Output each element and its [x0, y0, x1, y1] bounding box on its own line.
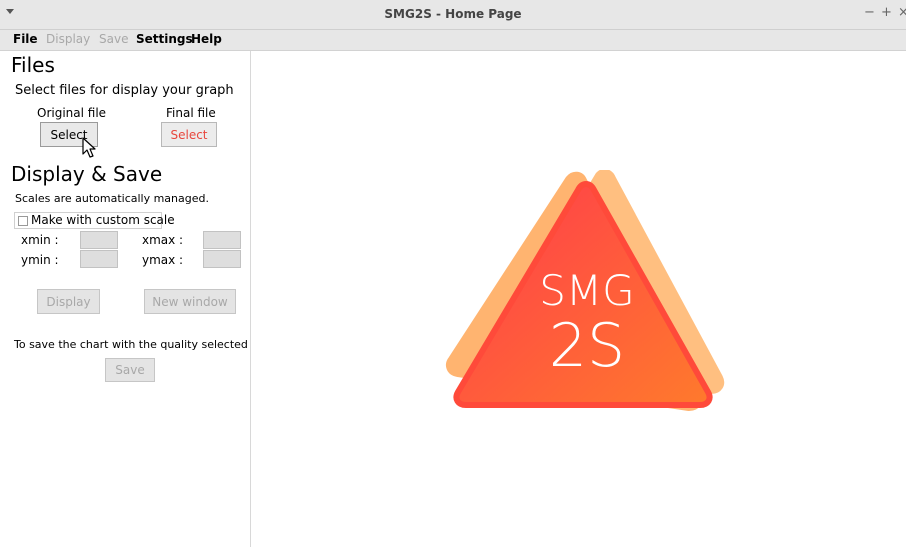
files-subtitle: Select files for display your graph [15, 83, 234, 98]
control-panel: Files Select files for display your grap… [0, 51, 251, 547]
files-heading: Files [11, 53, 55, 77]
custom-scale-label: Make with custom scale [31, 213, 175, 227]
final-file-select-button[interactable]: Select [161, 122, 217, 147]
xmin-field[interactable] [80, 231, 118, 249]
ymin-label: ymin : [21, 253, 59, 267]
display-button[interactable]: Display [37, 289, 100, 314]
menu-file[interactable]: File [13, 32, 38, 46]
custom-scale-row[interactable]: Make with custom scale [14, 212, 175, 229]
maximize-button[interactable]: + [881, 6, 892, 20]
scales-note: Scales are automatically managed. [15, 192, 209, 205]
logo-text-2s: 2S [549, 311, 625, 381]
xmax-field[interactable] [203, 231, 241, 249]
menu-bar: File Display Save Settings Help [0, 30, 906, 51]
original-file-label: Original file [37, 106, 107, 120]
window-title: SMG2S - Home Page [384, 7, 522, 21]
menu-help[interactable]: Help [191, 32, 222, 46]
mouse-pointer-icon [82, 137, 96, 158]
save-note: To save the chart with the quality selec… [14, 338, 248, 351]
xmin-label: xmin : [21, 233, 59, 247]
display-save-heading: Display & Save [11, 162, 163, 186]
save-button[interactable]: Save [105, 358, 155, 382]
ymax-label: ymax : [142, 253, 184, 267]
logo-text-smg: SMG [539, 266, 634, 315]
new-window-button[interactable]: New window [144, 289, 236, 314]
custom-scale-checkbox[interactable] [18, 216, 28, 226]
ymax-field[interactable] [203, 250, 241, 268]
menu-settings[interactable]: Settings [136, 32, 193, 46]
minimize-button[interactable]: − [864, 6, 875, 20]
final-file-label: Final file [166, 106, 216, 120]
title-bar: SMG2S - Home Page − + × [0, 0, 906, 30]
ymin-field[interactable] [80, 250, 118, 268]
menu-save[interactable]: Save [99, 32, 128, 46]
menu-display[interactable]: Display [46, 32, 90, 46]
close-button[interactable]: × [898, 6, 906, 20]
smg2s-logo: SMG 2S [445, 170, 725, 411]
xmax-label: xmax : [142, 233, 184, 247]
